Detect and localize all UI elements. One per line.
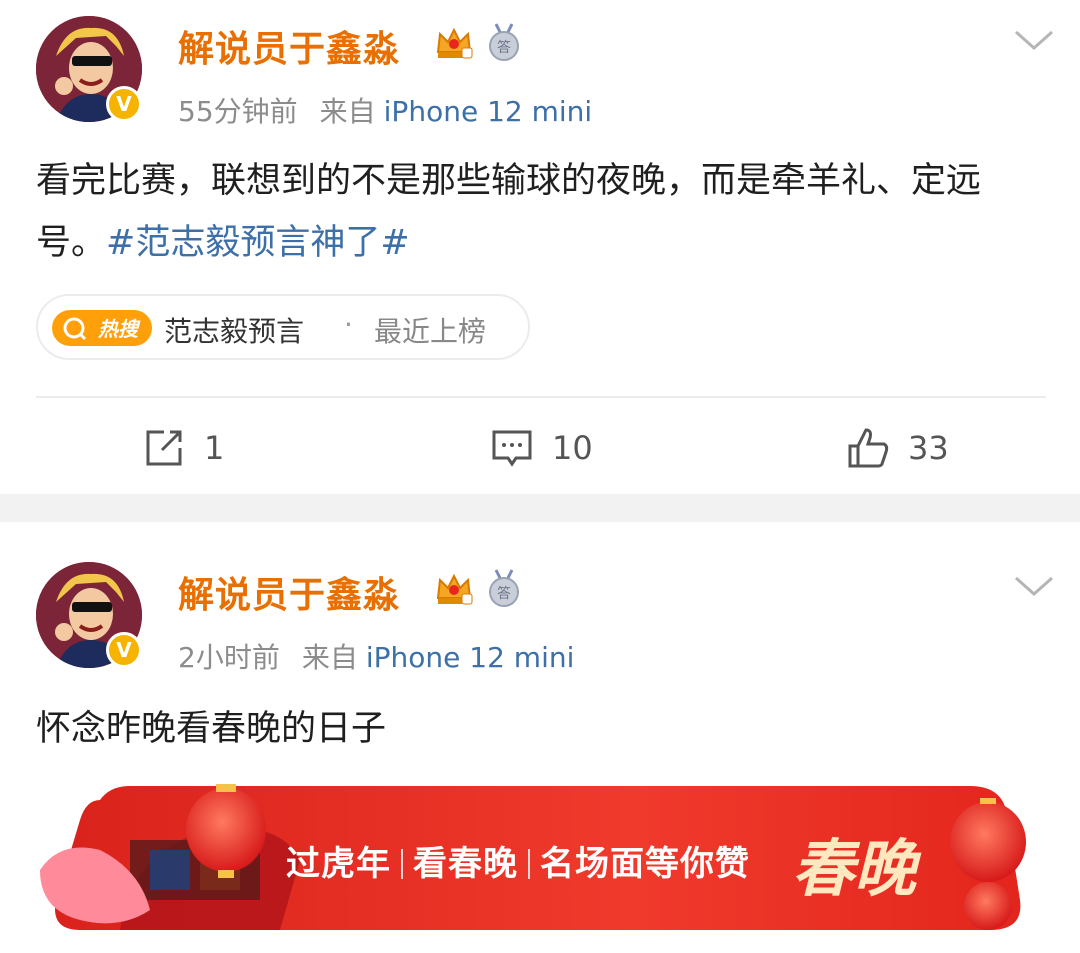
source-device[interactable]: iPhone 12 mini [384,95,593,128]
post-body: 怀念昨晚看春晚的日子 [36,709,387,749]
post-meta: 55分钟前 来自 iPhone 12 mini [178,90,592,130]
medal-badge-icon[interactable]: 答 [484,22,524,62]
post-card: V 解说员于鑫淼 答 55分钟前 来自 iPhone 12 mini 看完比赛，联想… [0,0,1080,494]
verified-icon: V [106,86,142,122]
banner-logo: 春晚 [792,832,917,905]
banner-part2: 看春晚 [413,844,518,884]
like-button[interactable]: 33 [846,420,949,476]
post-time: 55分钟前 [178,95,298,128]
post-card: V 解说员于鑫淼 答 2小时前 来自 iPhone 12 mini 怀念昨晚看春晚的… [0,522,1080,953]
chevron-down-icon[interactable] [1012,572,1056,602]
like-count: 33 [908,429,949,467]
banner-part1: 过虎年 [286,844,391,884]
banner-part3: 名场面等你赞 [540,844,750,884]
crown-badge-icon[interactable] [434,568,474,608]
feed-separator [0,494,1080,522]
svg-text:答: 答 [497,585,511,602]
post-text: 怀念昨晚看春晚的日子 [36,698,1046,760]
post-meta: 2小时前 来自 iPhone 12 mini [178,636,574,676]
comment-count: 10 [552,429,593,467]
comment-icon [492,430,532,467]
source-label: 来自 [319,95,376,128]
chevron-down-icon[interactable] [1012,26,1056,56]
thumbs-up-icon [848,428,889,468]
svg-text:答: 答 [497,39,511,56]
username[interactable]: 解说员于鑫淼 [178,566,400,618]
username[interactable]: 解说员于鑫淼 [178,20,400,72]
hot-search-status: 最近上榜 [374,315,487,348]
source-label: 来自 [301,641,358,674]
divider [36,396,1046,398]
repost-button[interactable]: 1 [142,420,224,476]
repost-icon [146,430,182,466]
hot-search-tag[interactable]: 热搜 范志毅预言 · 最近上榜 [36,294,530,360]
crown-badge-icon[interactable] [434,22,474,62]
medal-badge-icon[interactable]: 答 [484,568,524,608]
repost-count: 1 [204,429,225,467]
post-time: 2小时前 [178,641,280,674]
hot-search-dot: · [344,308,353,341]
hot-search-topic: 范志毅预言 [164,315,305,348]
source-device[interactable]: iPhone 12 mini [366,641,575,674]
banner-slogan: 过虎年 看春晚 名场面等你赞 [286,836,750,885]
verified-icon: V [106,632,142,668]
spring-gala-banner[interactable]: 过虎年 看春晚 名场面等你赞 春晚 [40,780,1040,940]
hot-badge-label: 热搜 [97,317,141,341]
comment-button[interactable]: 10 [490,420,593,476]
hashtag-link[interactable]: #范志毅预言神了# [106,223,410,263]
post-text: 看完比赛，联想到的不是那些输球的夜晚，而是牵羊礼、定远号。#范志毅预言神了# [36,150,1046,274]
